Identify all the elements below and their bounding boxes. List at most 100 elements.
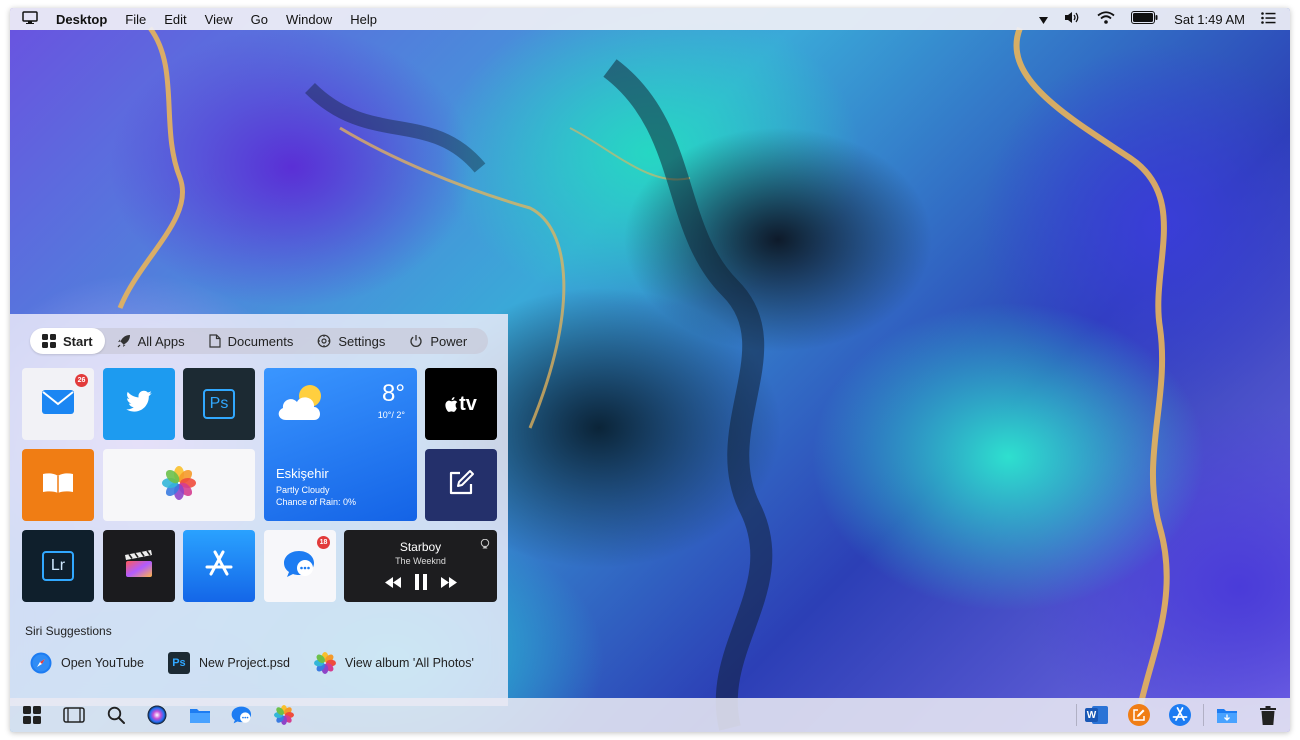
wifi-icon[interactable] bbox=[1097, 11, 1115, 27]
menu-edit[interactable]: Edit bbox=[164, 12, 186, 27]
tab-settings[interactable]: Settings bbox=[305, 328, 397, 354]
menu-clock[interactable]: Sat 1:49 AM bbox=[1174, 12, 1245, 27]
suggestion-new-project-label: New Project.psd bbox=[198, 656, 290, 670]
clapper-icon bbox=[123, 549, 155, 584]
pause-icon[interactable] bbox=[414, 573, 427, 595]
volume-icon[interactable] bbox=[1064, 11, 1081, 27]
fast-forward-icon[interactable] bbox=[440, 575, 457, 593]
notes-dock-button[interactable] bbox=[1128, 704, 1150, 726]
photos-icon bbox=[274, 705, 294, 725]
book-icon bbox=[42, 472, 74, 499]
app-store-icon bbox=[1169, 704, 1191, 726]
start-panel: Start All Apps Documents Settings Power … bbox=[10, 314, 508, 706]
mail-tile[interactable]: 26 bbox=[22, 368, 94, 440]
photoshop-label: Ps bbox=[209, 395, 229, 412]
twitter-icon bbox=[125, 390, 153, 419]
menu-help[interactable]: Help bbox=[350, 12, 377, 27]
tab-power[interactable]: Power bbox=[397, 328, 479, 354]
menu-window[interactable]: Window bbox=[286, 12, 332, 27]
windows-icon bbox=[42, 334, 56, 348]
notes-tile[interactable] bbox=[425, 449, 497, 521]
messages-icon bbox=[283, 549, 317, 584]
suggestion-view-album[interactable]: View album 'All Photos' bbox=[313, 652, 474, 674]
menu-file[interactable]: File bbox=[125, 12, 146, 27]
search-button[interactable] bbox=[106, 705, 126, 725]
files-button[interactable] bbox=[189, 705, 211, 725]
power-icon bbox=[409, 334, 423, 348]
photos-icon bbox=[313, 652, 336, 674]
suggestion-new-project[interactable]: Ps New Project.psd bbox=[167, 652, 290, 674]
document-icon bbox=[209, 334, 221, 348]
apple-tv-icon: tv bbox=[445, 393, 477, 416]
start-tabs: Start All Apps Documents Settings Power bbox=[30, 328, 488, 354]
safari-icon bbox=[30, 652, 52, 674]
desktop-frame: Desktop File Edit View Go Window Help Sa… bbox=[10, 8, 1290, 732]
airplay-icon[interactable] bbox=[480, 536, 490, 554]
menu-view[interactable]: View bbox=[205, 12, 233, 27]
suggestion-ps-label: Ps bbox=[172, 657, 186, 669]
photos-tile[interactable] bbox=[103, 449, 255, 521]
siri-button[interactable] bbox=[147, 705, 167, 725]
apple-tv-tile[interactable]: tv bbox=[425, 368, 497, 440]
weather-city: Eskişehir bbox=[276, 466, 329, 481]
siri-suggestions: Open YouTube Ps New Project.psd View alb… bbox=[30, 652, 498, 674]
music-controls bbox=[378, 573, 464, 595]
photoshop-icon: Ps bbox=[167, 652, 190, 674]
lightroom-tile[interactable]: Lr bbox=[22, 530, 94, 602]
messages-dock-button[interactable] bbox=[231, 705, 253, 725]
tab-start-label: Start bbox=[63, 333, 93, 349]
tab-start[interactable]: Start bbox=[30, 328, 105, 354]
weather-condition: Partly Cloudy bbox=[276, 485, 330, 495]
display-icon[interactable] bbox=[22, 11, 38, 27]
word-icon: W bbox=[1085, 705, 1109, 725]
weather-rain: Chance of Rain: 0% bbox=[276, 497, 357, 507]
music-artist: The Weeknd bbox=[395, 555, 446, 566]
messages-icon bbox=[231, 706, 252, 724]
twitter-tile[interactable] bbox=[103, 368, 175, 440]
task-view-button[interactable] bbox=[62, 705, 86, 725]
mail-badge: 26 bbox=[75, 374, 88, 387]
word-button[interactable]: W bbox=[1085, 705, 1109, 725]
menu-app-name[interactable]: Desktop bbox=[56, 12, 107, 27]
start-button[interactable] bbox=[22, 705, 42, 725]
folder-icon bbox=[190, 709, 210, 723]
final-cut-tile[interactable] bbox=[103, 530, 175, 602]
photoshop-tile[interactable]: Ps bbox=[183, 368, 255, 440]
dock-separator bbox=[1076, 704, 1077, 726]
app-store-icon bbox=[204, 550, 234, 583]
photos-dock-button[interactable] bbox=[274, 705, 294, 725]
partly-cloudy-icon bbox=[274, 382, 330, 429]
compose-icon bbox=[1128, 704, 1150, 726]
weather-tile[interactable]: 8° 10°/ 2° Eskişehir Partly Cloudy Chanc… bbox=[264, 368, 417, 521]
music-tile[interactable]: Starboy The Weeknd bbox=[344, 530, 497, 602]
trash-button[interactable] bbox=[1258, 705, 1278, 725]
messages-badge: 18 bbox=[317, 536, 330, 549]
menu-bar: Desktop File Edit View Go Window Help Sa… bbox=[10, 8, 1290, 30]
app-store-dock-button[interactable] bbox=[1169, 704, 1191, 726]
suggestion-open-youtube[interactable]: Open YouTube bbox=[30, 652, 144, 674]
menu-go[interactable]: Go bbox=[251, 12, 268, 27]
app-store-tile[interactable] bbox=[183, 530, 255, 602]
siri-suggestions-title: Siri Suggestions bbox=[25, 624, 112, 638]
word-letter: W bbox=[1085, 708, 1098, 722]
task-view-icon bbox=[63, 707, 85, 723]
tab-all-apps-label: All Apps bbox=[137, 333, 185, 349]
search-icon bbox=[107, 706, 125, 724]
mail-icon bbox=[42, 389, 74, 419]
music-song: Starboy bbox=[399, 539, 442, 554]
caret-down-icon[interactable] bbox=[1039, 12, 1049, 27]
taskbar: W bbox=[10, 698, 1290, 732]
dock-separator bbox=[1203, 704, 1204, 726]
tab-all-apps[interactable]: All Apps bbox=[105, 328, 197, 354]
tab-documents[interactable]: Documents bbox=[197, 328, 306, 354]
tab-documents-label: Documents bbox=[227, 333, 294, 349]
books-tile[interactable] bbox=[22, 449, 94, 521]
messages-tile[interactable]: 18 bbox=[264, 530, 336, 602]
rewind-icon[interactable] bbox=[384, 575, 401, 593]
list-icon[interactable] bbox=[1261, 11, 1276, 27]
lightroom-icon: Lr bbox=[42, 551, 74, 581]
battery-icon[interactable] bbox=[1131, 11, 1158, 27]
siri-icon bbox=[147, 705, 167, 725]
downloads-button[interactable] bbox=[1215, 705, 1239, 725]
photos-icon bbox=[162, 465, 196, 505]
